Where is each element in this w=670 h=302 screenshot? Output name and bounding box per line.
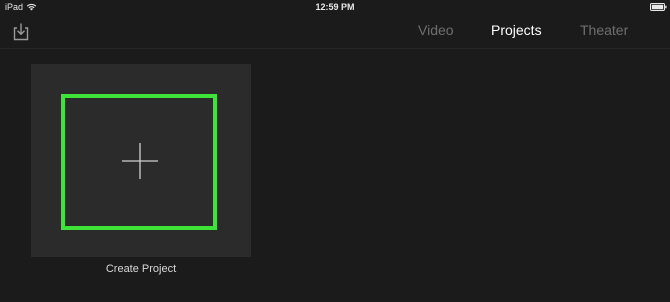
toolbar-divider bbox=[0, 48, 670, 49]
status-time: 12:59 PM bbox=[315, 2, 355, 12]
app-screen: iPad 12:59 PM Video Projects Theater Cre… bbox=[0, 0, 670, 302]
toolbar: Video Projects Theater bbox=[0, 14, 670, 48]
tab-projects[interactable]: Projects bbox=[491, 22, 542, 38]
tab-video[interactable]: Video bbox=[418, 22, 454, 38]
battery-icon bbox=[650, 3, 667, 11]
tab-theater[interactable]: Theater bbox=[580, 22, 628, 38]
plus-icon bbox=[122, 143, 158, 179]
segment-tabs: Video Projects Theater bbox=[0, 22, 670, 42]
status-bar: iPad 12:59 PM bbox=[0, 0, 670, 14]
create-project-label: Create Project bbox=[105, 263, 177, 275]
create-project-button[interactable] bbox=[31, 64, 251, 257]
